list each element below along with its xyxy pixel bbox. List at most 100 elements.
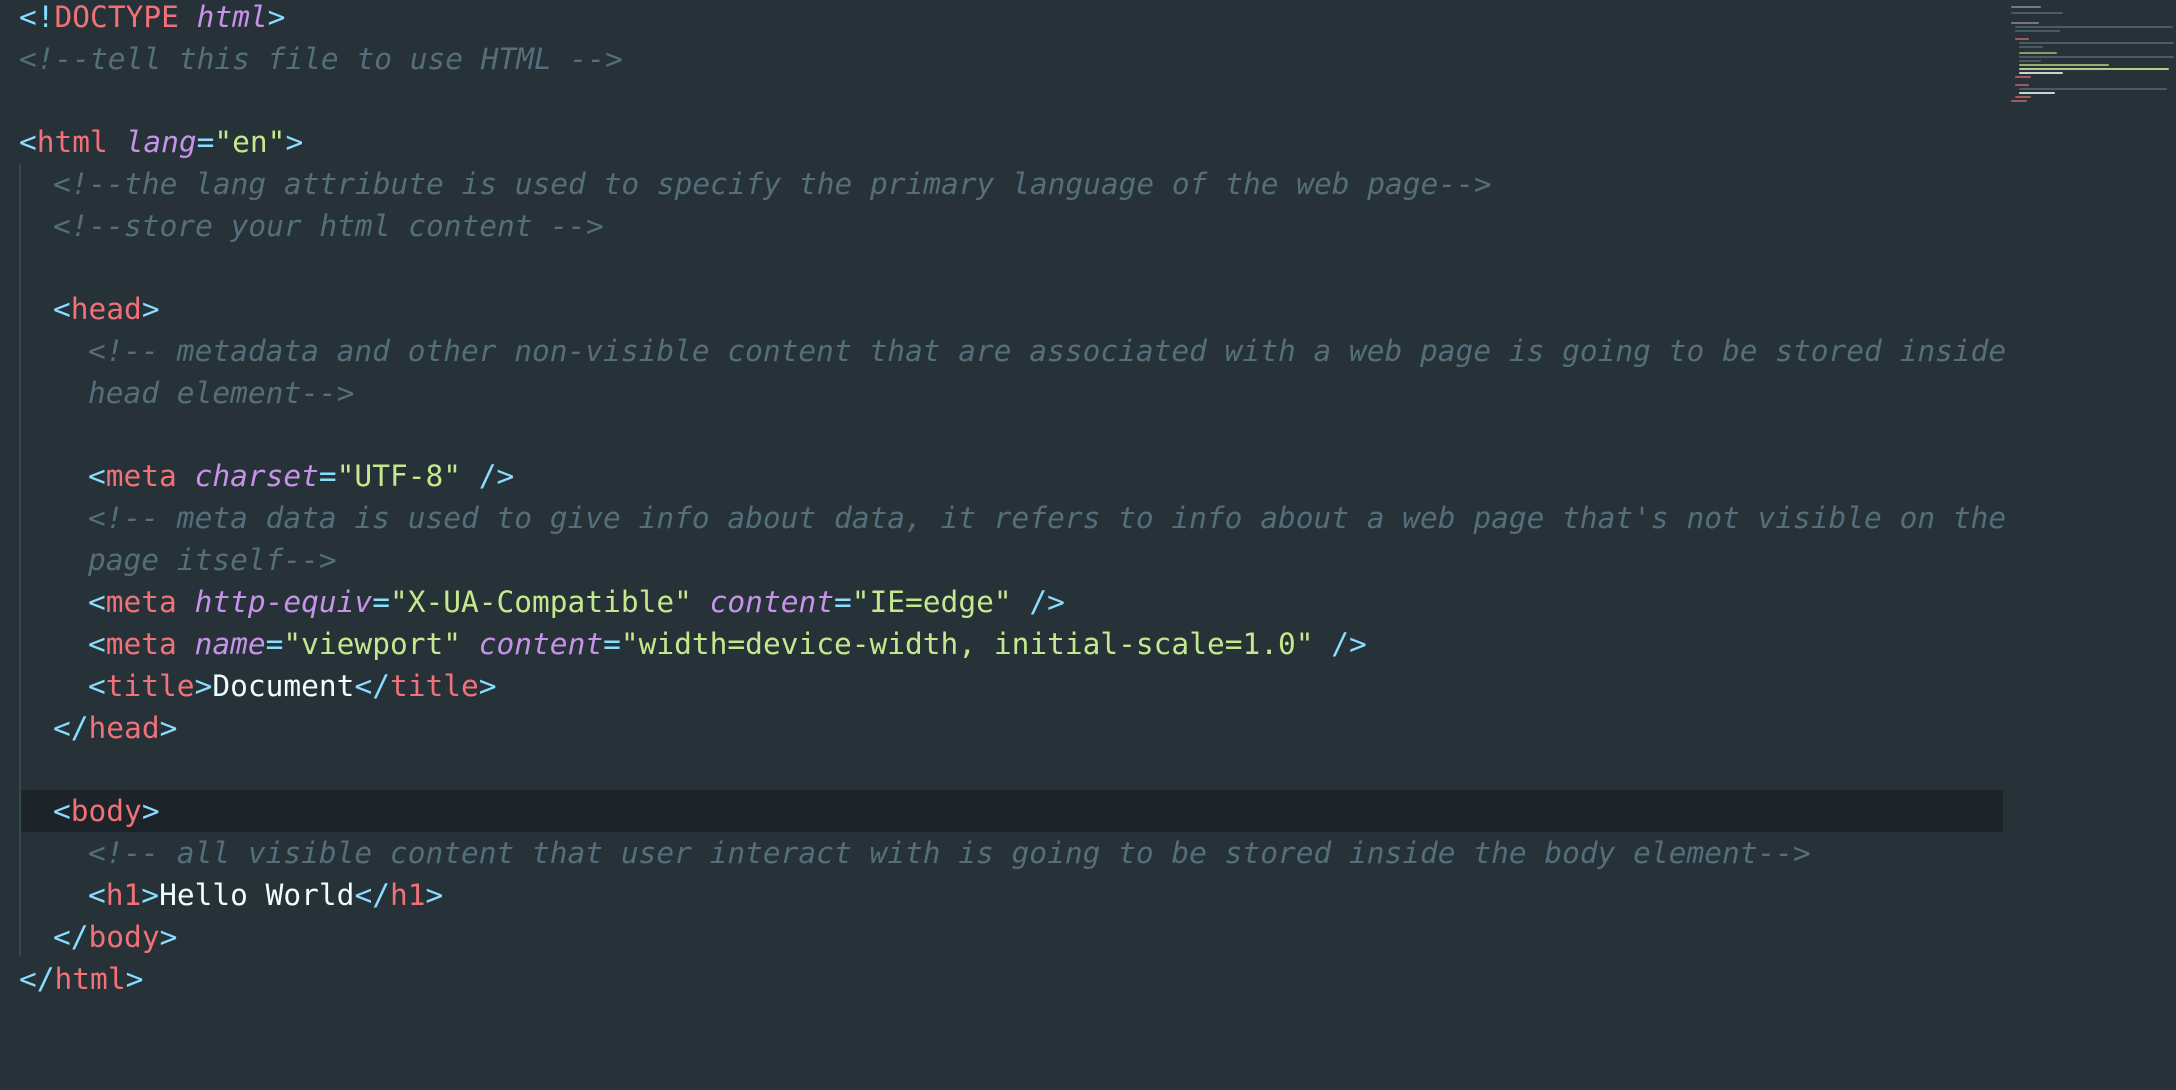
minimap-line <box>2011 100 2027 102</box>
token-tag: DOCTYPE <box>54 0 179 34</box>
code-line-16[interactable]: </head> <box>53 707 177 749</box>
code-line-22[interactable]: </html> <box>19 958 143 1000</box>
token-tag: body <box>88 920 160 954</box>
indent-guide <box>19 164 21 956</box>
code-line-15[interactable]: <title>Document</title> <box>88 665 497 707</box>
token-punct: = <box>196 125 215 159</box>
code-line-11[interactable]: <meta charset="UTF-8" /> <box>88 455 514 497</box>
code-editor[interactable]: <!DOCTYPE html> <!--tell this file to us… <box>0 0 2006 1090</box>
token-punct: > <box>141 878 160 912</box>
minimap-line <box>2019 52 2057 54</box>
minimap[interactable] <box>2005 0 2176 1090</box>
token-attr: html <box>196 0 268 34</box>
minimap-line <box>2019 88 2167 90</box>
code-line-6[interactable]: <!--store your html content --> <box>53 205 604 247</box>
token-string: "width=device-width, initial-scale=1.0" <box>620 627 1314 661</box>
token-punct: = <box>372 585 390 619</box>
token-comment: <!--store your html content --> <box>53 209 604 243</box>
code-line-20[interactable]: <h1>Hello World</h1> <box>88 874 443 916</box>
token-string: "viewport" <box>283 627 461 661</box>
token-tag: meta <box>105 459 177 493</box>
token-string: "UTF-8" <box>336 459 461 493</box>
minimap-line <box>2015 38 2029 40</box>
token-punct: < <box>88 878 106 912</box>
token-attr: content <box>709 585 834 619</box>
token-punct: > <box>425 878 444 912</box>
token-tag: head <box>88 711 160 745</box>
code-line-14[interactable]: <meta name="viewport" content="width=dev… <box>88 623 1367 665</box>
token-punct: > <box>478 669 497 703</box>
code-line-9[interactable]: <!-- metadata and other non-visible cont… <box>88 330 2006 372</box>
token-punct: > <box>141 794 160 828</box>
minimap-line <box>2019 56 2174 58</box>
token-comment: <!--the lang attribute is used to specif… <box>53 167 1492 201</box>
token-punct: > <box>141 292 160 326</box>
token-tag: body <box>70 794 142 828</box>
token-punct: </ <box>53 711 89 745</box>
token-comment: page itself--> <box>88 543 337 577</box>
token-punct: /> <box>1011 585 1065 619</box>
code-line-21[interactable]: </body> <box>53 916 177 958</box>
code-line-1[interactable]: <!DOCTYPE html> <box>19 0 285 38</box>
token-tag: html <box>54 962 126 996</box>
minimap-line <box>2011 12 2063 14</box>
minimap-line <box>2015 30 2060 32</box>
token-tag: h1 <box>105 878 142 912</box>
token-comment: head element--> <box>88 376 355 410</box>
token-attr: http-equiv <box>194 585 373 619</box>
code-line-2[interactable]: <!--tell this file to use HTML --> <box>19 38 623 80</box>
minimap-line <box>2019 46 2043 48</box>
token-attr: charset <box>194 459 319 493</box>
token-punct: </ <box>19 962 55 996</box>
token-punct: > <box>125 962 144 996</box>
token-tag: meta <box>105 585 177 619</box>
minimap-line <box>2015 26 2173 28</box>
minimap-line <box>2019 64 2109 66</box>
token-punct: < <box>53 794 71 828</box>
token-attr: lang <box>125 125 197 159</box>
code-line-13[interactable]: <meta http-equiv="X-UA-Compatible" conte… <box>88 581 1065 623</box>
token-punct: < <box>53 292 71 326</box>
token-punct: = <box>833 585 852 619</box>
token-punct: < <box>19 125 37 159</box>
token-attr: name <box>194 627 266 661</box>
code-line-12[interactable]: <!-- meta data is used to give info abou… <box>88 497 2006 539</box>
minimap-line <box>2011 22 2039 24</box>
code-line-12-wrap[interactable]: page itself--> <box>88 539 337 581</box>
token-string: "en" <box>214 125 286 159</box>
code-line-18[interactable]: <body> <box>53 790 160 832</box>
token-punct: > <box>285 125 304 159</box>
token-punct: = <box>318 459 337 493</box>
minimap-line <box>2011 6 2041 8</box>
minimap-line <box>2015 84 2029 86</box>
token-comment: <!-- metadata and other non-visible cont… <box>88 334 2007 368</box>
token-punct: < <box>88 459 106 493</box>
token-punct: > <box>267 0 286 34</box>
token-punct: < <box>88 585 106 619</box>
code-line-19[interactable]: <!-- all visible content that user inter… <box>88 832 1811 874</box>
token-tag: html <box>36 125 108 159</box>
token-string: "X-UA-Compatible" <box>389 585 692 619</box>
token-tag: meta <box>105 627 177 661</box>
code-line-5[interactable]: <!--the lang attribute is used to specif… <box>53 163 1492 205</box>
minimap-line <box>2019 92 2055 94</box>
code-line-8[interactable]: <head> <box>53 288 160 330</box>
token-punct: /> <box>1313 627 1367 661</box>
minimap-line <box>2019 42 2174 44</box>
token-punct: = <box>603 627 621 661</box>
token-tag: title <box>105 669 195 703</box>
token-punct: > <box>159 711 178 745</box>
code-line-4[interactable]: <html lang="en"> <box>19 121 303 163</box>
code-line-9-wrap[interactable]: head element--> <box>88 372 354 414</box>
token-tag: h1 <box>389 878 426 912</box>
token-punct: > <box>159 920 178 954</box>
minimap-line <box>2019 60 2041 62</box>
token-punct: < <box>88 669 106 703</box>
token-punct: </ <box>53 920 89 954</box>
minimap-line <box>2015 76 2031 78</box>
token-punct: </ <box>354 878 390 912</box>
token-tag: head <box>70 292 142 326</box>
token-punct: <! <box>19 0 55 34</box>
token-comment: <!--tell this file to use HTML --> <box>19 42 623 76</box>
token-attr: content <box>478 627 604 661</box>
